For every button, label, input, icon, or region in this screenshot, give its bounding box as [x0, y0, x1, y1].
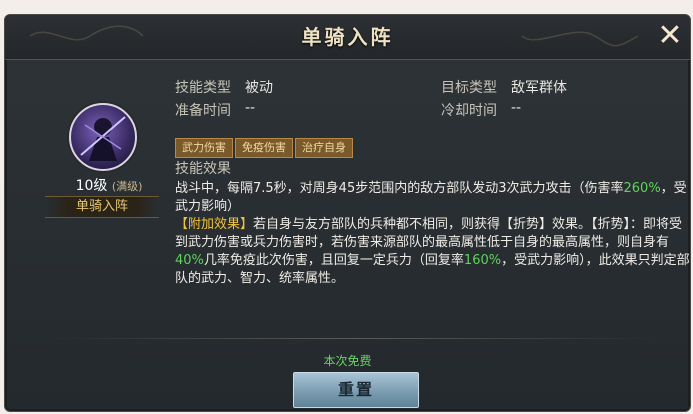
prep-time-label: 准备时间: [175, 103, 231, 119]
skill-tag: 治疗自身: [295, 138, 353, 158]
skill-name-tag: 单骑入阵: [45, 196, 159, 218]
skill-dialog: 单骑入阵 ✕ 10级 (满级) 单骑入阵 技能类型 被动 准备时间 -- 目标类…: [4, 14, 691, 412]
free-notice: 本次免费: [323, 354, 372, 368]
level-text: 10级: [75, 178, 108, 194]
skill-tag: 武力伤害: [175, 138, 233, 158]
skill-type-value: 被动: [245, 80, 273, 96]
skill-tag: 免疫伤害: [235, 138, 293, 158]
cooldown-label: 冷却时间: [441, 103, 497, 119]
skill-type-label: 技能类型: [175, 80, 231, 96]
effect-label: 技能效果: [175, 161, 231, 177]
reset-button[interactable]: 重置: [293, 372, 419, 408]
dialog-title: 单骑入阵: [301, 25, 394, 49]
cooldown-value: --: [511, 100, 522, 116]
title-bar: 单骑入阵 ✕: [5, 15, 690, 60]
skill-icon: [69, 103, 137, 171]
target-type-label: 目标类型: [441, 80, 497, 96]
level-max-text: (满级): [111, 180, 143, 193]
skill-level: 10级 (满级): [61, 175, 157, 195]
close-icon[interactable]: ✕: [656, 21, 684, 51]
skill-effect-text: 战斗中，每隔7.5秒，对周身45步范围内的敌方部队发动3次武力攻击（伤害率260…: [175, 181, 690, 286]
skill-tags: 武力伤害 免疫伤害 治疗自身: [175, 136, 355, 158]
target-type-value: 敌军群体: [511, 80, 567, 96]
divider: [45, 338, 665, 339]
prep-time-value: --: [245, 100, 256, 116]
